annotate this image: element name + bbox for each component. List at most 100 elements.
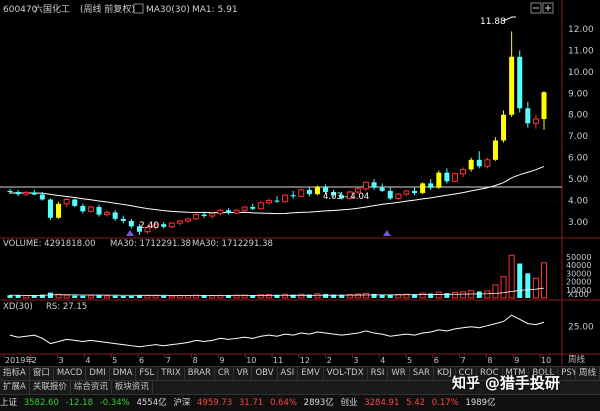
sh-index-name[interactable]: 上证: [0, 398, 17, 408]
indicator-line: [9, 314, 545, 348]
indicator-tab-7[interactable]: BRAR: [185, 367, 215, 380]
indicator-tab-14[interactable]: RSI: [368, 367, 389, 380]
candle: [525, 108, 531, 124]
event-marker[interactable]: [383, 230, 391, 236]
candle: [436, 172, 442, 188]
candle: [412, 190, 418, 194]
indicator-tab-13[interactable]: VOL-TDX: [324, 367, 368, 380]
ma-toggle-box[interactable]: [133, 3, 144, 14]
indicator-tab-0[interactable]: 指标A: [0, 367, 30, 380]
candle: [492, 140, 498, 160]
price-tick-label: 7.00: [568, 132, 588, 142]
indicator-tab-6[interactable]: TRIX: [158, 367, 185, 380]
time-tick-label: 9: [514, 356, 519, 365]
indicator-tick-label: 25.00: [568, 323, 594, 333]
stock-code: 600470: [3, 5, 38, 15]
indicator-tab-1[interactable]: 窗口: [30, 367, 54, 380]
indicator-tab-2[interactable]: MACD: [54, 367, 87, 380]
cy-index-name[interactable]: 创业: [341, 398, 358, 408]
extension-tab-0[interactable]: 扩展A: [0, 381, 30, 394]
volume-bar: [104, 295, 111, 299]
price-tick-label: 8.00: [568, 111, 588, 121]
volume-bar: [419, 292, 426, 299]
event-marker[interactable]: [126, 230, 134, 236]
candle: [15, 192, 21, 195]
period-label: 周线: [568, 354, 586, 365]
volume-bar: [31, 295, 37, 298]
minus-icon[interactable]: [530, 2, 542, 14]
candle: [47, 199, 53, 218]
volume-bar: [80, 295, 86, 298]
candle: [501, 114, 507, 141]
time-tick-label: 5: [112, 356, 117, 365]
hs-index-pct: 0.64%: [269, 398, 297, 408]
hs-index-name[interactable]: 沪深: [173, 398, 190, 408]
candle: [532, 118, 539, 124]
time-tick-label: 12: [300, 356, 310, 365]
volume-bar: [184, 295, 192, 299]
volume-unit-label: X100: [568, 290, 589, 299]
indicator-tab-16[interactable]: SAR: [410, 367, 434, 380]
extension-tab-2[interactable]: 综合资讯: [71, 381, 112, 394]
low-price-label: 2.40: [139, 221, 159, 231]
price-tick-label: 6.00: [568, 154, 588, 164]
volume-bar: [500, 276, 507, 299]
volume-ma30: MA30: 1712291.38: [110, 239, 191, 249]
indicator-tab-9[interactable]: VR: [234, 367, 253, 380]
time-tick-label: 10: [246, 356, 256, 365]
candle: [96, 207, 102, 215]
chart-mode: (周线 前复权): [80, 3, 135, 15]
candle: [371, 182, 377, 188]
ma-label: MA30(30): [146, 5, 190, 15]
indicator-tab-12[interactable]: EMV: [298, 367, 324, 380]
candle: [63, 199, 70, 205]
candle: [201, 214, 207, 217]
candle: [72, 199, 78, 206]
sh-index-change: -12.18: [65, 398, 93, 408]
volume-bar: [152, 294, 159, 299]
time-tick-label: 2: [327, 356, 332, 365]
candle: [420, 183, 426, 194]
watermark-zhihu: 知乎: [452, 376, 480, 392]
indicator-rs: RS: 27.15: [46, 302, 87, 312]
volume-bar: [435, 291, 442, 299]
candle: [274, 200, 280, 202]
candle: [484, 159, 491, 167]
volume-bar: [484, 290, 491, 299]
indicator-tab-11[interactable]: ASI: [278, 367, 299, 380]
indicator-tab-8[interactable]: CR: [215, 367, 234, 380]
indicator-tab-10[interactable]: OBV: [252, 367, 278, 380]
indicator-tab-5[interactable]: FSL: [136, 367, 159, 380]
candle: [168, 222, 175, 228]
candle: [460, 168, 467, 175]
plus-icon[interactable]: [542, 2, 554, 14]
volume-bar: [96, 295, 102, 298]
period-tab[interactable]: 周线: [574, 367, 600, 380]
candle: [112, 212, 118, 219]
indicator-tab-3[interactable]: DMI: [86, 367, 110, 380]
price-tick-label: 4.00: [568, 197, 588, 207]
candle: [362, 181, 370, 190]
candle: [225, 210, 231, 214]
volume-bar: [144, 295, 151, 299]
volume-bar: [112, 295, 118, 298]
extension-tab-3[interactable]: 板块资讯: [112, 381, 153, 394]
cy-index-amount: 1989亿: [465, 398, 496, 408]
range-label: 4.03 - 4.04: [323, 192, 369, 202]
candle: [282, 194, 289, 203]
candle: [541, 92, 547, 120]
stock-chart[interactable]: 3.00 4.00 5.00 6.00 7.00 8.00 9.00 10.00 11.00 12…: [0, 0, 600, 366]
indicator-tab-15[interactable]: WR: [388, 367, 410, 380]
time-tick-label: 4: [380, 356, 385, 365]
indicator-tab-4[interactable]: DMA: [110, 367, 137, 380]
time-tick-label: 3: [353, 356, 358, 365]
extension-tab-1[interactable]: 关联报价: [30, 381, 71, 394]
candle: [468, 159, 474, 170]
time-tick-label: 7: [166, 356, 171, 365]
volume-ma30-b: MA30: 1712291.38: [192, 239, 273, 249]
candle: [250, 207, 256, 209]
time-tick-label: 8: [193, 356, 198, 365]
market-status-bar: 上证 3582.60 -12.18 -0.34% 4554亿 沪深 4959.7…: [0, 394, 600, 411]
volume-bar: [451, 291, 459, 299]
volume-bar: [128, 296, 134, 298]
